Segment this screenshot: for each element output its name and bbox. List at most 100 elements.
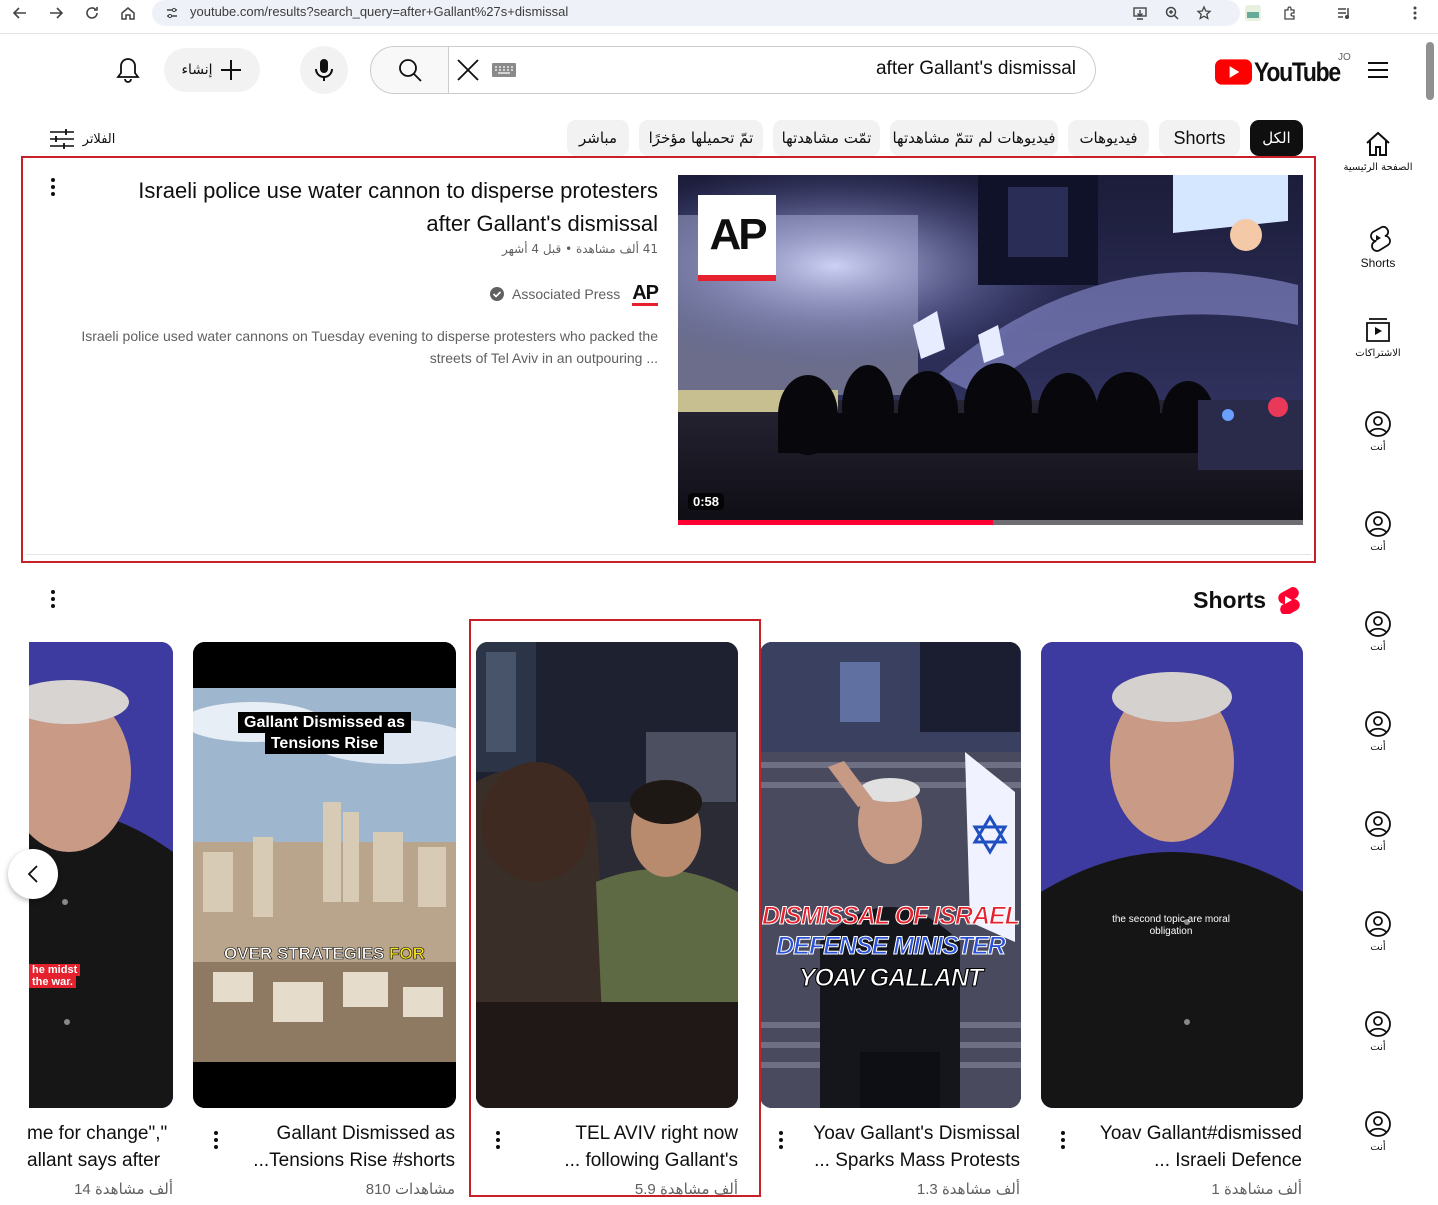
plus-icon xyxy=(220,60,241,80)
reload-icon[interactable] xyxy=(82,3,102,23)
voice-search-button[interactable] xyxy=(300,46,348,94)
short-title-3-line2[interactable]: ... following Gallant's xyxy=(516,1147,738,1174)
short-title-2-line2[interactable]: ... Sparks Mass Protests xyxy=(798,1147,1020,1174)
street-confrontation-image xyxy=(476,642,738,1108)
short-title-1-line2[interactable]: ... Israeli Defence xyxy=(1080,1147,1302,1174)
video-description-line2: streets of Tel Aviv in an outpouring ... xyxy=(429,350,658,366)
video-result-divider xyxy=(26,554,1311,555)
thumb-logo-text: AP xyxy=(709,210,767,259)
keyboard-icon[interactable] xyxy=(490,60,518,80)
chip-all[interactable]: الكل xyxy=(1250,120,1303,156)
sidebar-item-you[interactable]: أنت xyxy=(1338,710,1418,753)
media-control-icon[interactable] xyxy=(1334,3,1354,23)
chip-unwatched[interactable]: فيديوهات لم تتمّ مشاهدتها xyxy=(890,120,1058,156)
home-browser-icon[interactable] xyxy=(118,3,138,23)
duration-badge: 0:58 xyxy=(688,493,725,510)
filters-button[interactable]: الفلاتر xyxy=(42,126,122,152)
short-thumbnail-3[interactable] xyxy=(476,642,738,1108)
shorts-carousel-prev-button[interactable] xyxy=(8,849,58,899)
shorts-heading-text: Shorts xyxy=(1193,586,1266,613)
short-caption-top: Gallant Dismissed as Tensions Rise xyxy=(193,712,456,754)
short-caption-line1: he midst xyxy=(29,964,81,976)
video-meta: 41 ألف مشاهدة • قبل 4 أشهر xyxy=(502,242,658,256)
crowd-salute-image xyxy=(760,642,1021,1108)
video-title-line2[interactable]: after Gallant's dismissal xyxy=(90,209,658,239)
youtube-logo[interactable]: YouTube xyxy=(1215,54,1355,90)
create-label: إنشاء xyxy=(181,62,213,78)
browser-menu-icon[interactable] xyxy=(1405,3,1425,23)
sidebar-item-label: الصفحة الرئيسية xyxy=(1343,162,1413,173)
shorts-shelf-more-icon[interactable] xyxy=(48,590,58,608)
short-caption-box: he midst the war. xyxy=(29,964,81,988)
account-icon xyxy=(1365,411,1391,437)
filters-label: الفلاتر xyxy=(82,131,116,147)
channel-name[interactable]: Associated Press xyxy=(512,286,620,302)
short-more-icon-3[interactable] xyxy=(493,1131,503,1149)
sidebar-item-shorts[interactable]: Shorts xyxy=(1338,224,1418,270)
short-title-2-line1[interactable]: Yoav Gallant's Dismissal xyxy=(798,1120,1020,1147)
account-icon xyxy=(1365,1111,1391,1137)
bookmark-star-icon[interactable] xyxy=(1194,3,1214,23)
sidebar-item-you[interactable]: أنت xyxy=(1338,1010,1418,1053)
sidebar-item-label: أنت xyxy=(1370,442,1386,453)
forward-icon[interactable] xyxy=(46,3,66,23)
channel-avatar[interactable]: AP xyxy=(632,283,659,306)
sidebar-item-you[interactable]: أنت xyxy=(1338,810,1418,853)
short-more-icon-4[interactable] xyxy=(211,1131,221,1149)
guide-menu-icon[interactable] xyxy=(1362,54,1394,86)
short-caption-line2: Tensions Rise xyxy=(264,733,385,754)
short-thumbnail-1[interactable]: the second topic are moral obligation xyxy=(1041,642,1303,1108)
short-title-5-line2[interactable]: allant says after xyxy=(27,1147,173,1174)
search-button[interactable] xyxy=(370,46,449,94)
sidebar-item-you[interactable]: أنت xyxy=(1338,610,1418,653)
video-more-actions-icon[interactable] xyxy=(48,178,58,196)
short-title-4-line2[interactable]: ...Tensions Rise #shorts xyxy=(233,1147,455,1174)
account-icon xyxy=(1365,811,1391,837)
short-caption: the second topic are moral obligation xyxy=(1112,914,1230,937)
channel-row[interactable]: Associated Press AP xyxy=(400,282,659,306)
video-thumbnail[interactable]: AP 0:58 xyxy=(678,175,1303,525)
page-scrollbar-thumb[interactable] xyxy=(1426,42,1434,100)
url-text[interactable]: youtube.com/results?search_query=after+G… xyxy=(190,4,568,19)
short-title-3-line1[interactable]: TEL AVIV right now xyxy=(516,1120,738,1147)
chip-recently-uploaded[interactable]: تمّ تحميلها مؤخرًا xyxy=(639,120,763,156)
shorts-icon xyxy=(1370,226,1391,252)
sidebar-item-you[interactable]: أنت xyxy=(1338,1110,1418,1153)
sidebar-item-home[interactable]: الصفحة الرئيسية xyxy=(1338,130,1418,173)
sidebar-item-you[interactable]: أنت xyxy=(1338,410,1418,453)
chip-live[interactable]: مباشر xyxy=(567,120,629,156)
back-icon[interactable] xyxy=(10,3,30,23)
sidebar-item-label: الاشتراكات xyxy=(1355,348,1401,359)
subscriptions-icon xyxy=(1366,318,1390,342)
account-icon xyxy=(1365,711,1391,737)
short-title-5-line1[interactable]: me for change"," xyxy=(27,1120,173,1147)
video-title-line1[interactable]: Israeli police use water cannon to dispe… xyxy=(90,176,658,206)
chip-videos[interactable]: فيديوهات xyxy=(1068,120,1149,156)
sidebar-item-label: أنت xyxy=(1370,942,1386,953)
notifications-bell-icon[interactable] xyxy=(110,52,146,88)
sidebar-item-you[interactable]: أنت xyxy=(1338,510,1418,553)
short-thumbnail-2[interactable]: DISMISSAL OF ISRAEL DEFENSE MINISTER YOA… xyxy=(760,642,1021,1108)
short-more-icon-2[interactable] xyxy=(776,1131,786,1149)
youtube-play-logo-icon xyxy=(1215,59,1253,85)
sidebar-item-subscriptions[interactable]: الاشتراكات xyxy=(1338,316,1418,359)
short-more-icon-1[interactable] xyxy=(1058,1131,1068,1149)
site-info-icon[interactable] xyxy=(162,3,182,23)
chip-watched[interactable]: تمّت مشاهدتها xyxy=(773,120,880,156)
short-title-1-line1[interactable]: Yoav Gallant#dismissed xyxy=(1080,1120,1302,1147)
search-input[interactable]: after Gallant's dismissal xyxy=(700,58,1076,80)
short-views-1: 1 ألف مشاهدة xyxy=(1211,1181,1302,1198)
chip-shorts[interactable]: Shorts xyxy=(1159,120,1240,156)
browser-toolbar: youtube.com/results?search_query=after+G… xyxy=(0,0,1438,34)
account-icon xyxy=(1365,1011,1391,1037)
install-app-icon[interactable] xyxy=(1130,3,1150,23)
clear-search-icon[interactable] xyxy=(452,54,484,86)
create-button[interactable]: إنشاء xyxy=(164,48,260,92)
extensions-puzzle-icon[interactable] xyxy=(1280,3,1300,23)
invid-extension-icon[interactable] xyxy=(1242,2,1264,24)
short-title-4-line1[interactable]: Gallant Dismissed as xyxy=(233,1120,455,1147)
sidebar-item-you[interactable]: أنت xyxy=(1338,910,1418,953)
short-thumbnail-4[interactable]: Gallant Dismissed as Tensions Rise OVER … xyxy=(193,642,456,1108)
zoom-icon[interactable] xyxy=(1162,3,1182,23)
video-description-line1: Israeli police used water cannons on Tue… xyxy=(81,328,658,344)
